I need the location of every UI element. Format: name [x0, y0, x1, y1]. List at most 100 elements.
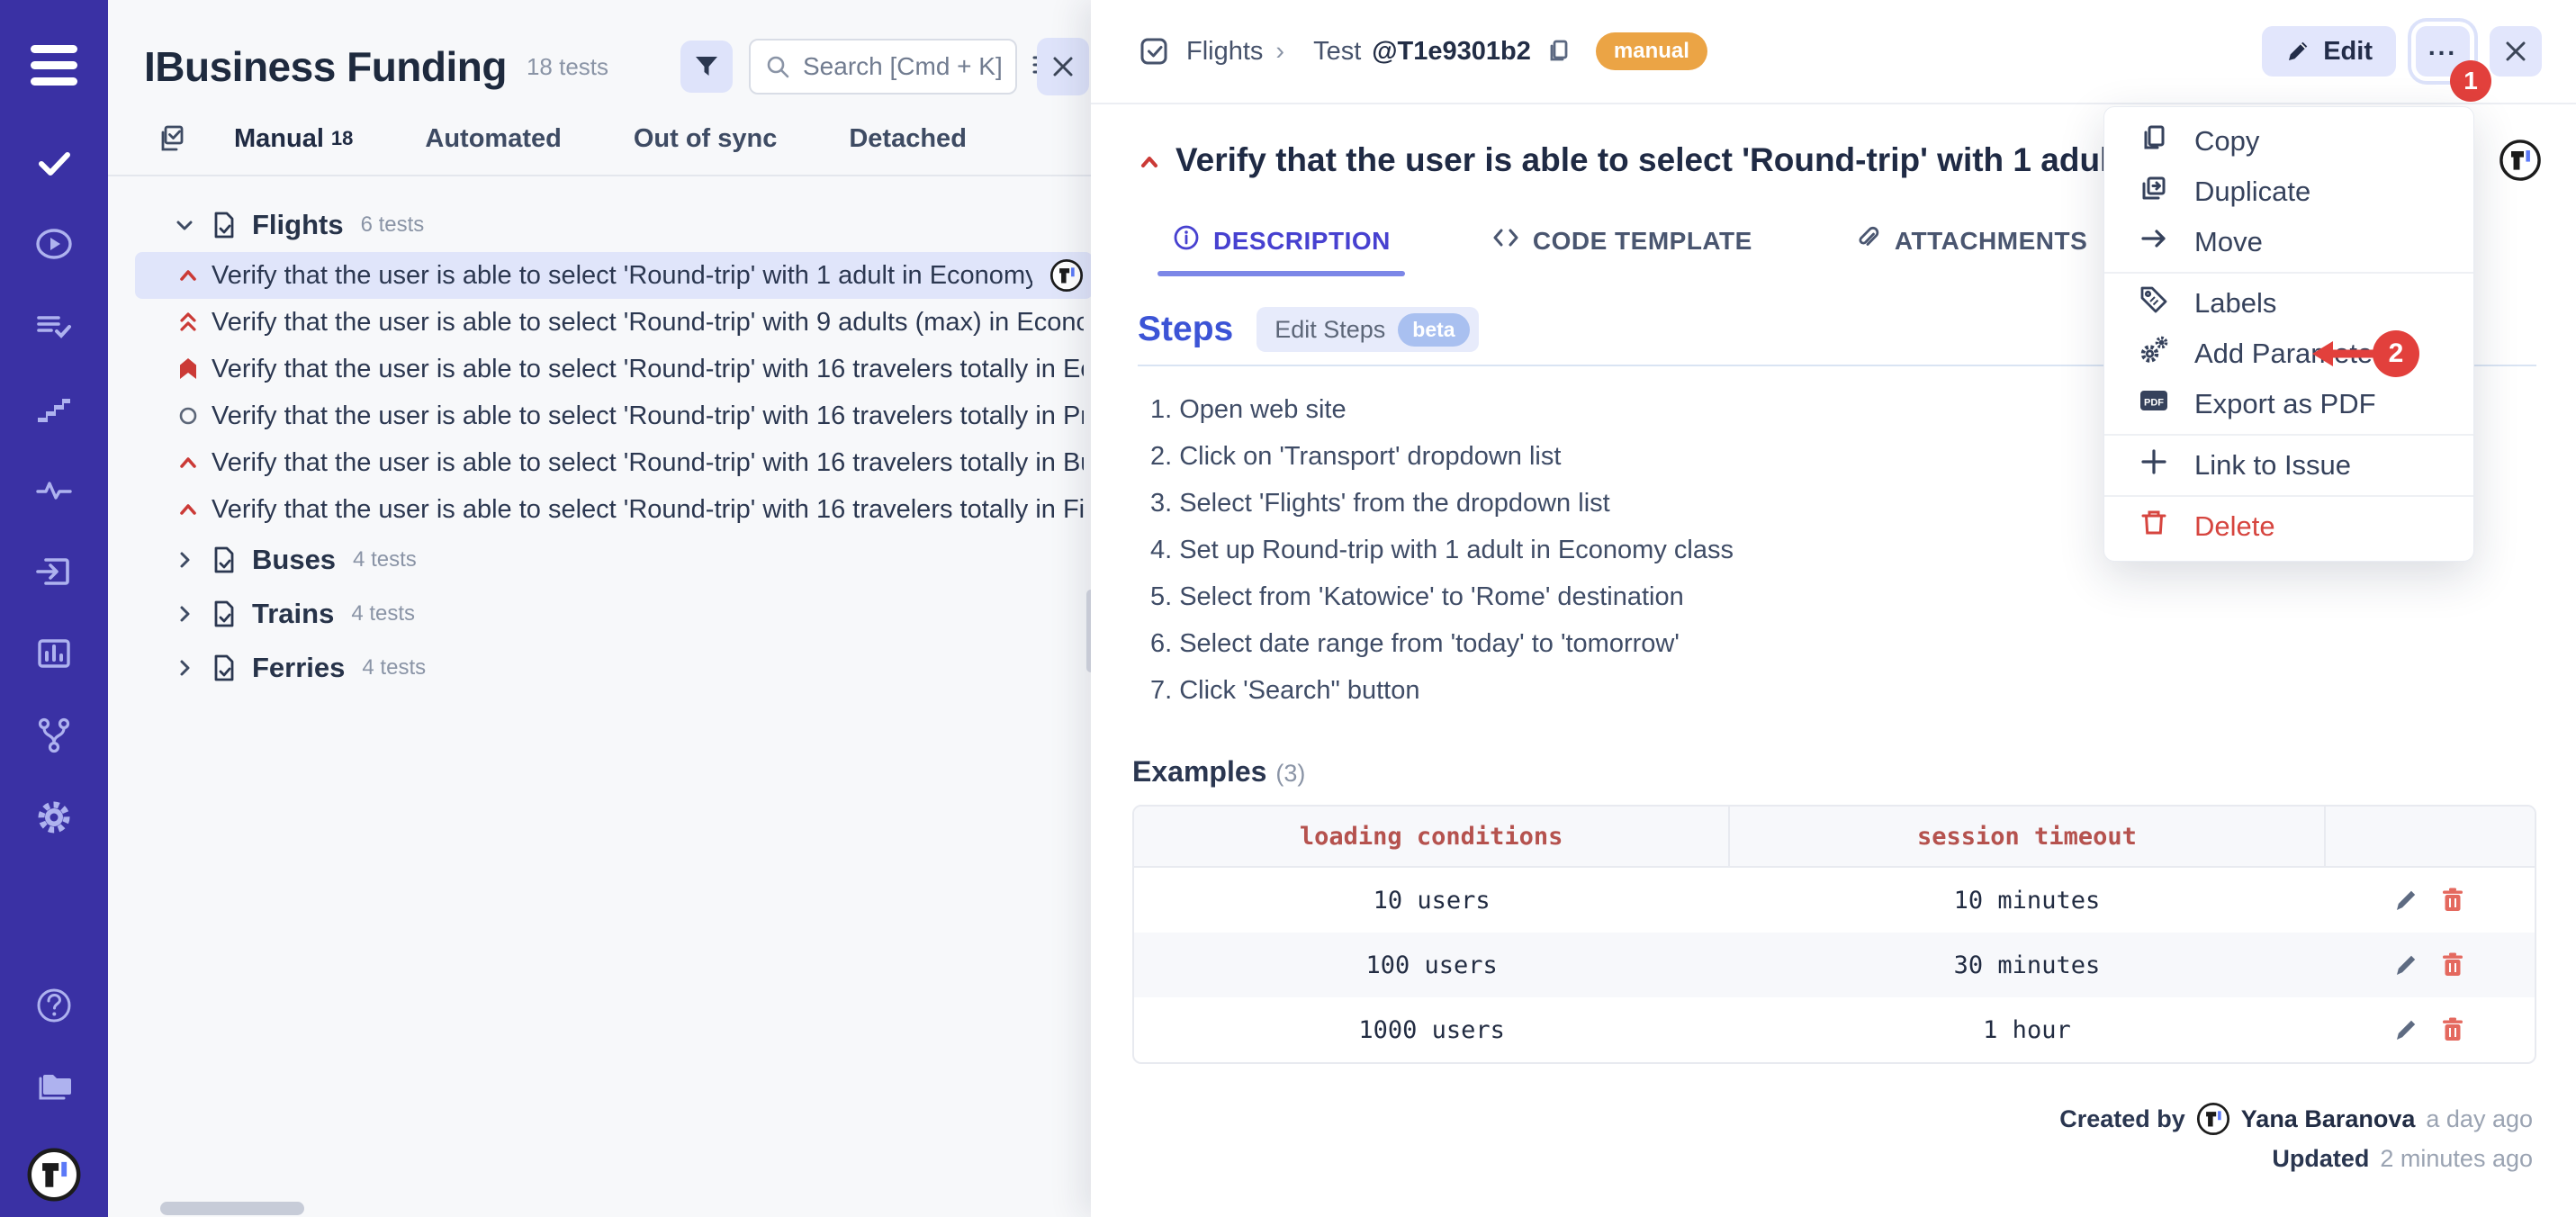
detail-tab-code-template[interactable]: CODE TEMPLATE: [1491, 223, 1752, 276]
close-icon: [1051, 55, 1075, 78]
move-icon: [2139, 223, 2169, 261]
breadcrumb-folder[interactable]: Flights: [1186, 37, 1263, 67]
chevron-right-icon[interactable]: [173, 602, 196, 626]
group-count: 6 tests: [361, 212, 425, 238]
menu-item-add-parameter[interactable]: Add Parameter2: [2104, 329, 2473, 379]
select-all-check-icon[interactable]: [155, 122, 187, 155]
examples-count: (3): [1275, 760, 1305, 787]
test-type-badge: manual: [1596, 32, 1707, 70]
suite-doc-icon: [210, 654, 239, 682]
tree-group-flights[interactable]: Flights 6 tests: [108, 198, 1098, 252]
menu-item-move[interactable]: Move: [2104, 217, 2473, 267]
help-question-icon[interactable]: [33, 985, 75, 1026]
breadcrumb-separator: ›: [1275, 37, 1284, 67]
steps-heading: Steps: [1138, 310, 1233, 349]
filter-button[interactable]: [680, 41, 733, 93]
group-name: Trains: [252, 598, 334, 630]
menu-item-link-to-issue[interactable]: Link to Issue: [2104, 440, 2473, 491]
chevron-down-icon[interactable]: [173, 213, 196, 237]
tree-group-buses[interactable]: Buses 4 tests: [108, 533, 1098, 587]
delete-row-button[interactable]: [2438, 1015, 2467, 1044]
edit-row-button[interactable]: [2391, 951, 2420, 979]
test-id: @T1e9301b2: [1372, 37, 1531, 67]
plans-list-check-icon[interactable]: [33, 305, 75, 347]
tab-automated[interactable]: Automated: [425, 124, 561, 154]
chevron-right-icon[interactable]: [173, 548, 196, 572]
test-row[interactable]: Verify that the user is able to select '…: [135, 439, 1093, 486]
tab-detached[interactable]: Detached: [849, 124, 967, 154]
menu-item-duplicate[interactable]: Duplicate: [2104, 167, 2473, 217]
annotation-badge-2: 2: [2373, 330, 2419, 377]
examples-row: 1000 users1 hour: [1134, 997, 2535, 1062]
user-avatar-logo[interactable]: [26, 1147, 82, 1203]
test-row[interactable]: Verify that the user is able to select '…: [135, 252, 1093, 299]
git-branch-icon[interactable]: [33, 715, 75, 756]
menu-divider: [2104, 495, 2473, 497]
examples-cell: 1 hour: [1729, 997, 2324, 1062]
menu-item-copy[interactable]: Copy: [2104, 116, 2473, 167]
suite-doc-icon: [210, 599, 239, 628]
attachment-icon: [1853, 223, 1882, 258]
tree-group-ferries[interactable]: Ferries4 tests: [108, 641, 1098, 695]
copy-id-icon[interactable]: [1545, 38, 1572, 65]
group-name: Flights: [252, 209, 344, 241]
runs-play-circle-icon[interactable]: [33, 223, 75, 265]
import-box-icon[interactable]: [33, 551, 75, 592]
reports-bar-chart-icon[interactable]: [33, 633, 75, 674]
plus-icon: [2139, 446, 2169, 484]
edit-row-button[interactable]: [2391, 1015, 2420, 1044]
settings-gear-icon[interactable]: [33, 797, 75, 838]
breadcrumb-test-label: Test: [1313, 37, 1361, 67]
more-actions-button[interactable]: ... 1: [2416, 26, 2470, 77]
hamburger-menu-icon[interactable]: [31, 45, 77, 86]
suite-doc-icon: [210, 211, 239, 239]
svg-text:PDF: PDF: [2144, 398, 2164, 409]
examples-cell: 1000 users: [1134, 997, 1729, 1062]
delete-row-button[interactable]: [2438, 886, 2467, 915]
delete-row-button[interactable]: [2438, 951, 2467, 979]
test-type-tabs: Manual18 Automated Out of sync Detached: [108, 122, 1098, 176]
copy-icon: [2139, 122, 2169, 160]
task-check-icon: [1138, 35, 1170, 68]
examples-cell: 10 users: [1134, 867, 1729, 933]
test-tree: Flights 6 tests Verify that the user is ab…: [108, 176, 1098, 695]
group-name: Buses: [252, 544, 336, 576]
tab-manual[interactable]: Manual18: [234, 124, 353, 154]
test-row-title: Verify that the user is able to select '…: [212, 308, 1084, 338]
menu-item-labels[interactable]: Labels: [2104, 278, 2473, 329]
test-row[interactable]: Verify that the user is able to select '…: [135, 486, 1093, 533]
tree-group-trains[interactable]: Trains4 tests: [108, 587, 1098, 641]
pulse-analytics-icon[interactable]: [33, 469, 75, 510]
test-row[interactable]: Verify that the user is able to select '…: [135, 346, 1093, 392]
edit-steps-button[interactable]: Edit Steps beta: [1256, 307, 1478, 352]
test-row-title: Verify that the user is able to select '…: [212, 355, 1084, 384]
beta-badge: beta: [1398, 313, 1469, 347]
detail-tab-attachments[interactable]: ATTACHMENTS: [1853, 223, 2087, 276]
examples-column-header: loading conditions: [1134, 807, 1729, 867]
chevron-right-icon[interactable]: [173, 656, 196, 680]
horizontal-scrollbar-thumb[interactable]: [160, 1202, 304, 1215]
updated-ago: 2 minutes ago: [2380, 1145, 2533, 1173]
close-panel-button[interactable]: [1037, 38, 1089, 95]
menu-item-delete[interactable]: Delete: [2104, 501, 2473, 552]
steps-stairs-icon[interactable]: [33, 387, 75, 428]
projects-folders-icon[interactable]: [33, 1066, 75, 1107]
priority-highest-icon: [176, 311, 200, 334]
close-detail-button[interactable]: [2490, 26, 2542, 77]
pencil-icon: [2285, 39, 2310, 64]
test-row[interactable]: Verify that the user is able to select '…: [135, 299, 1093, 346]
test-row[interactable]: Verify that the user is able to select '…: [135, 392, 1093, 439]
code-icon: [1491, 223, 1520, 258]
test-row-title: Verify that the user is able to select '…: [212, 448, 1084, 478]
edit-row-button[interactable]: [2391, 886, 2420, 915]
menu-item-export-as-pdf[interactable]: PDFExport as PDF: [2104, 379, 2473, 429]
tab-out-of-sync[interactable]: Out of sync: [634, 124, 778, 154]
app-root: IBusiness Funding 18 tests Search [Cmd +…: [0, 0, 2576, 1217]
edit-button[interactable]: Edit: [2262, 26, 2396, 77]
test-row-title: Verify that the user is able to select '…: [212, 495, 1084, 525]
tests-check-icon[interactable]: [33, 141, 75, 183]
detail-tab-description[interactable]: DESCRIPTION: [1172, 223, 1391, 276]
search-input[interactable]: Search [Cmd + K]: [749, 39, 1017, 95]
project-title: IBusiness Funding: [144, 42, 507, 91]
group-count: 4 tests: [353, 547, 417, 572]
